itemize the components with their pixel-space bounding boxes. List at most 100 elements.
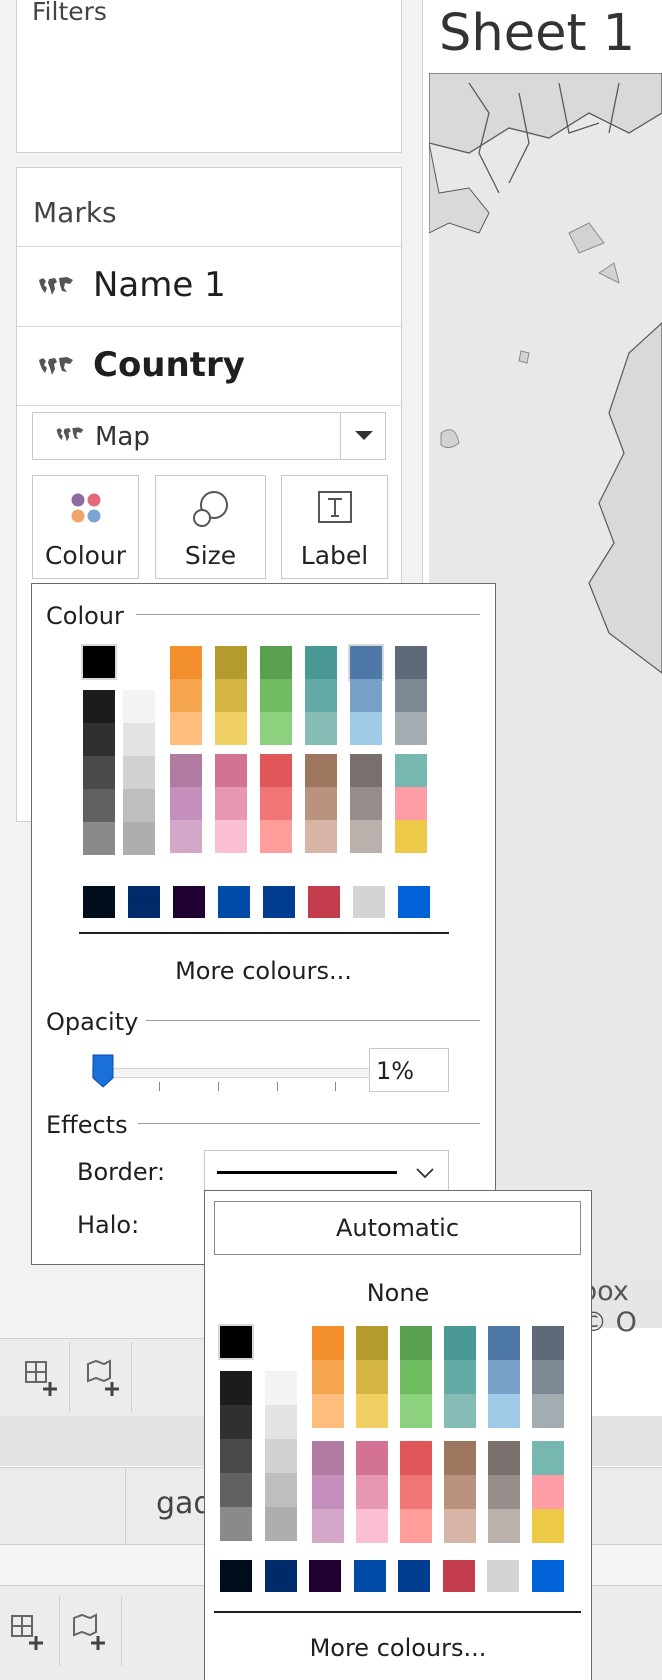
colour-swatch[interactable] — [312, 1326, 344, 1360]
new-worksheet-button[interactable] — [10, 1342, 70, 1412]
colour-swatch[interactable] — [350, 754, 382, 787]
filters-card[interactable]: Filters — [16, 0, 402, 153]
colour-swatch[interactable] — [444, 1441, 476, 1475]
colour-swatch[interactable] — [356, 1394, 388, 1428]
colour-swatch[interactable] — [356, 1475, 388, 1509]
colour-swatch[interactable] — [220, 1473, 252, 1507]
colour-swatch[interactable] — [348, 644, 384, 681]
colour-swatch[interactable] — [444, 1360, 476, 1394]
colour-swatch[interactable] — [531, 1560, 564, 1592]
colour-swatch[interactable] — [83, 789, 115, 822]
sheet-tab[interactable]: gad — [125, 1468, 212, 1546]
colour-swatch[interactable] — [123, 646, 155, 678]
colour-swatch[interactable] — [305, 754, 337, 787]
colour-swatch[interactable] — [532, 1326, 564, 1360]
colour-swatch[interactable] — [309, 1560, 341, 1592]
colour-swatch[interactable] — [305, 646, 337, 679]
colour-swatch[interactable] — [305, 679, 337, 712]
colour-swatch[interactable] — [395, 646, 427, 679]
colour-swatch[interactable] — [488, 1360, 520, 1394]
colour-swatch[interactable] — [395, 679, 427, 712]
colour-swatch[interactable] — [170, 820, 202, 853]
colour-swatch[interactable] — [305, 787, 337, 820]
colour-swatch[interactable] — [488, 1394, 520, 1428]
colour-swatch[interactable] — [81, 644, 117, 680]
colour-swatch[interactable] — [444, 1475, 476, 1509]
new-worksheet-button[interactable] — [0, 1596, 60, 1666]
colour-swatch[interactable] — [353, 1560, 386, 1592]
colour-swatch[interactable] — [395, 754, 427, 787]
colour-swatch[interactable] — [488, 1326, 520, 1360]
colour-swatch[interactable] — [305, 820, 337, 853]
colour-swatch[interactable] — [312, 1509, 344, 1543]
colour-swatch[interactable] — [215, 646, 247, 679]
more-colours-link[interactable]: More colours... — [205, 1634, 591, 1662]
colour-swatch[interactable] — [350, 712, 382, 745]
colour-swatch[interactable] — [356, 1441, 388, 1475]
colour-swatch[interactable] — [395, 820, 427, 853]
colour-swatch[interactable] — [123, 822, 155, 855]
colour-swatch[interactable] — [220, 1405, 252, 1439]
colour-swatch[interactable] — [532, 1394, 564, 1428]
colour-swatch[interactable] — [400, 1441, 432, 1475]
colour-swatch[interactable] — [220, 1560, 252, 1592]
colour-swatch[interactable] — [312, 1441, 344, 1475]
colour-swatch[interactable] — [215, 787, 247, 820]
label-button[interactable]: Label — [281, 475, 388, 579]
colour-swatch[interactable] — [265, 1405, 297, 1439]
new-dashboard-button[interactable] — [72, 1342, 132, 1412]
colour-swatch[interactable] — [400, 1326, 432, 1360]
marks-field-country[interactable]: Country — [17, 326, 401, 406]
colour-swatch[interactable] — [398, 886, 430, 918]
size-button[interactable]: Size — [155, 475, 266, 579]
colour-swatch[interactable] — [487, 1560, 519, 1592]
colour-swatch[interactable] — [265, 1507, 297, 1541]
colour-swatch[interactable] — [532, 1441, 564, 1475]
colour-swatch[interactable] — [312, 1475, 344, 1509]
colour-swatch[interactable] — [260, 679, 292, 712]
colour-swatch[interactable] — [83, 723, 115, 756]
colour-swatch[interactable] — [395, 787, 427, 820]
colour-swatch[interactable] — [444, 1394, 476, 1428]
colour-swatch[interactable] — [265, 1326, 297, 1358]
colour-swatch[interactable] — [400, 1394, 432, 1428]
colour-swatch[interactable] — [123, 690, 155, 723]
colour-swatch[interactable] — [395, 712, 427, 745]
colour-swatch[interactable] — [305, 712, 337, 745]
opacity-slider-thumb[interactable] — [92, 1054, 114, 1088]
colour-swatch[interactable] — [400, 1475, 432, 1509]
colour-swatch[interactable] — [215, 712, 247, 745]
mark-type-select[interactable]: Map — [32, 412, 386, 460]
marks-field-name1[interactable]: Name 1 — [17, 246, 401, 326]
colour-swatch[interactable] — [170, 754, 202, 787]
colour-swatch[interactable] — [220, 1371, 252, 1405]
colour-swatch[interactable] — [488, 1441, 520, 1475]
new-dashboard-button[interactable] — [62, 1596, 122, 1666]
colour-swatch[interactable] — [128, 886, 160, 918]
colour-swatch[interactable] — [220, 1439, 252, 1473]
colour-swatch[interactable] — [260, 646, 292, 679]
colour-swatch[interactable] — [170, 679, 202, 712]
colour-swatch[interactable] — [442, 1560, 475, 1592]
colour-swatch[interactable] — [532, 1509, 564, 1543]
colour-swatch[interactable] — [123, 723, 155, 756]
colour-swatch[interactable] — [263, 886, 295, 918]
colour-button[interactable]: Colour — [32, 475, 139, 579]
colour-swatch[interactable] — [260, 712, 292, 745]
colour-swatch[interactable] — [170, 646, 202, 679]
colour-swatch[interactable] — [356, 1360, 388, 1394]
colour-swatch[interactable] — [353, 886, 385, 918]
colour-swatch[interactable] — [83, 756, 115, 789]
colour-swatch[interactable] — [488, 1475, 520, 1509]
colour-swatch[interactable] — [398, 1560, 430, 1592]
opacity-slider-track[interactable] — [92, 1068, 377, 1078]
colour-swatch[interactable] — [444, 1326, 476, 1360]
colour-swatch[interactable] — [350, 820, 382, 853]
colour-swatch[interactable] — [215, 754, 247, 787]
colour-swatch[interactable] — [218, 886, 250, 918]
colour-swatch[interactable] — [308, 886, 340, 918]
colour-swatch[interactable] — [444, 1509, 476, 1543]
colour-swatch[interactable] — [312, 1394, 344, 1428]
colour-swatch[interactable] — [170, 712, 202, 745]
colour-swatch[interactable] — [350, 787, 382, 820]
